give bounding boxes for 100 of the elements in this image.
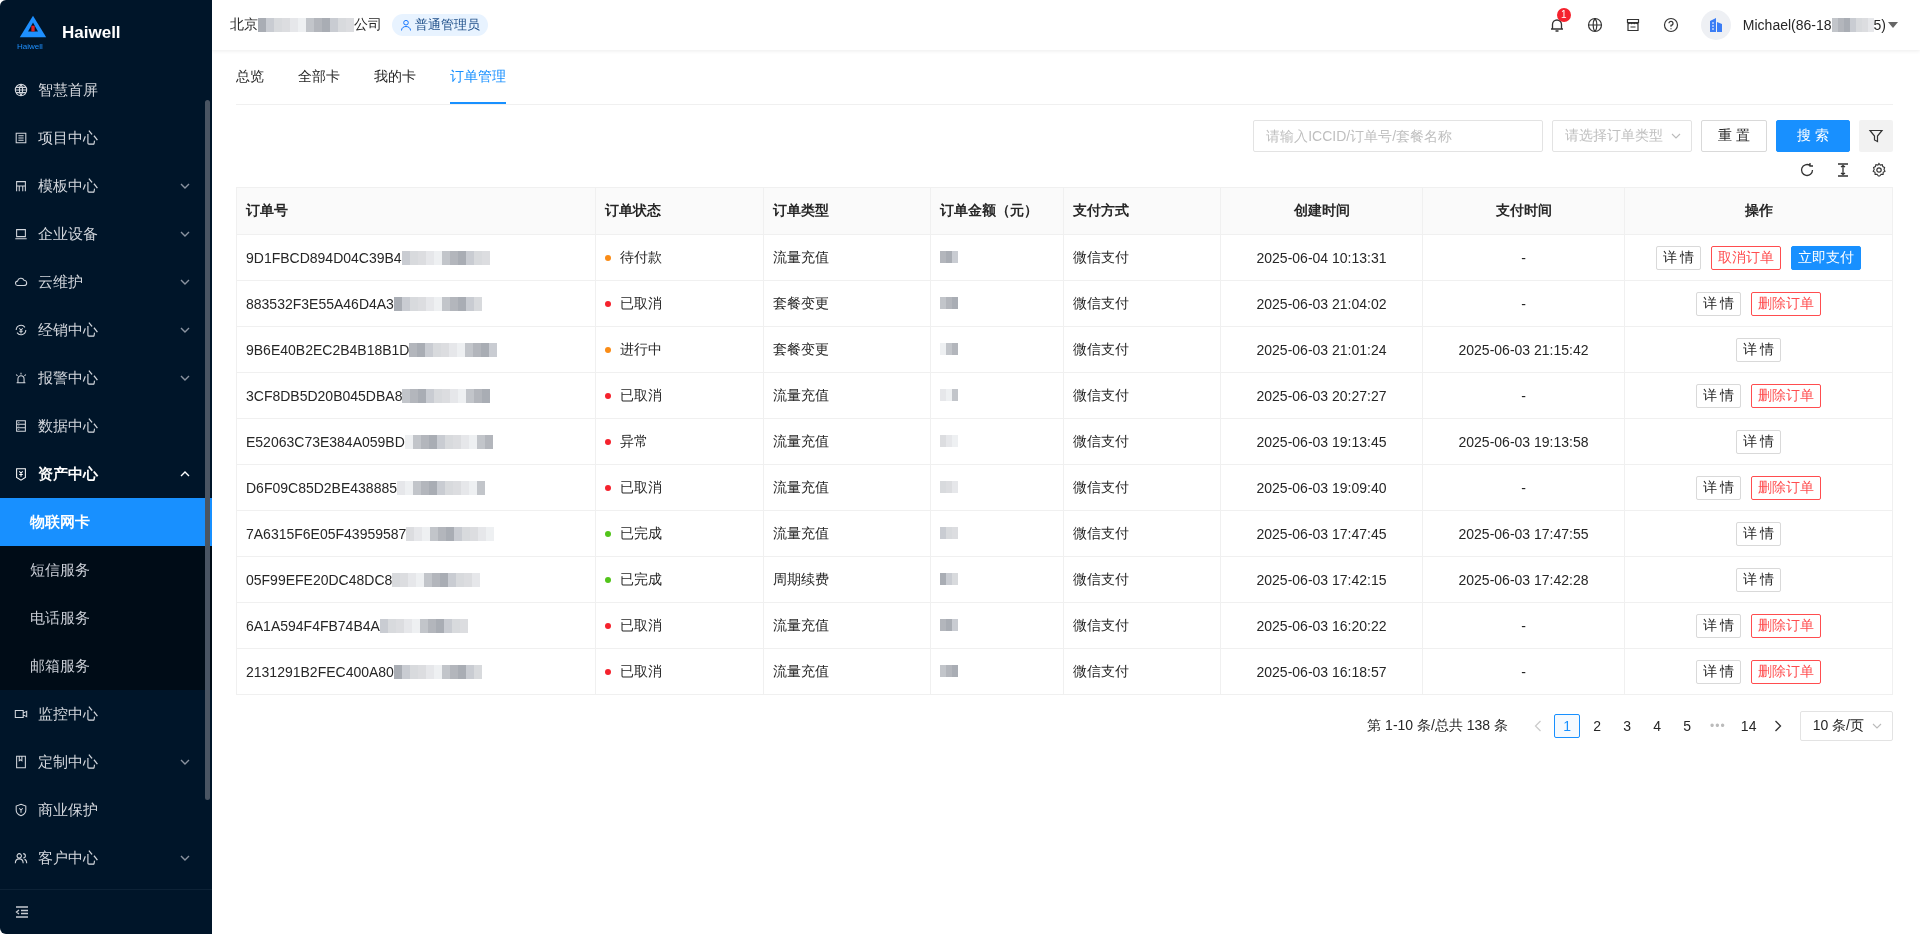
user-name-end[interactable]: 5) — [1873, 17, 1886, 33]
sidebar-menu-item[interactable]: 资产中心 — [0, 450, 212, 498]
filter-button[interactable] — [1859, 120, 1893, 152]
cycle-icon — [14, 323, 28, 337]
sidebar-menu-item[interactable]: 监控中心 — [0, 690, 212, 738]
created-time: 2025-06-03 19:13:45 — [1256, 433, 1387, 450]
page-number[interactable]: 4 — [1644, 714, 1671, 738]
payment-method: 微信支付 — [1073, 248, 1129, 267]
page-number[interactable]: 14 — [1735, 714, 1762, 738]
order-number: 2131291B2FEC400A80 — [246, 663, 394, 680]
paid-time: 2025-06-03 17:42:28 — [1458, 571, 1589, 588]
order-type: 套餐变更 — [773, 340, 829, 359]
laptop-icon — [14, 227, 28, 241]
created-time: 2025-06-03 17:47:45 — [1256, 525, 1387, 542]
sidebar-submenu-item[interactable]: 邮箱服务 — [0, 642, 212, 690]
refresh-icon[interactable] — [1799, 162, 1815, 178]
detail-button[interactable]: 详 情 — [1695, 613, 1742, 638]
chevron-down-icon — [180, 375, 190, 381]
row-height-icon[interactable] — [1835, 162, 1851, 178]
user-name-start[interactable]: Michael(86-18 — [1742, 17, 1832, 33]
page-number[interactable]: 2 — [1584, 714, 1611, 738]
column-header: 订单状态 — [595, 188, 763, 234]
sidebar-submenu-item[interactable]: 短信服务 — [0, 546, 212, 594]
chevron-down-icon — [180, 855, 190, 861]
help-icon[interactable] — [1662, 17, 1679, 33]
column-header: 创建时间 — [1220, 188, 1422, 234]
pagination-summary: 第 1-10 条/总共 138 条 — [1367, 717, 1509, 735]
order-number: 9B6E40B2EC2B4B18B1D — [246, 341, 410, 358]
sidebar-menu-item[interactable]: 商业保护 — [0, 786, 212, 834]
payment-method: 微信支付 — [1073, 616, 1129, 635]
sidebar-menu-item[interactable]: 模板中心 — [0, 162, 212, 210]
order-number: 883532F3E55A46D4A3 — [246, 295, 394, 312]
caret-down-icon[interactable] — [1888, 22, 1898, 28]
sidebar-submenu-item[interactable]: 电话服务 — [0, 594, 212, 642]
settings-icon[interactable] — [1871, 162, 1887, 178]
alarm-icon — [14, 371, 28, 385]
reset-button[interactable]: 重 置 — [1701, 120, 1768, 152]
detail-button[interactable]: 详 情 — [1695, 383, 1742, 408]
paid-time: 2025-06-03 21:15:42 — [1458, 341, 1589, 358]
store-icon[interactable] — [1624, 17, 1641, 33]
globe-icon[interactable] — [1586, 17, 1603, 33]
paid-time: - — [1521, 249, 1526, 266]
blurred-block — [1831, 18, 1874, 32]
page-size-select[interactable]: 10 条/页 — [1799, 711, 1893, 741]
detail-button[interactable]: 详 情 — [1735, 567, 1782, 592]
collapse-menu-icon[interactable] — [14, 904, 30, 920]
page-number[interactable]: 5 — [1674, 714, 1701, 738]
detail-button[interactable]: 详 情 — [1735, 429, 1782, 454]
payment-method: 微信支付 — [1073, 386, 1129, 405]
detail-button[interactable]: 详 情 — [1735, 521, 1782, 546]
created-time: 2025-06-03 17:42:15 — [1256, 571, 1387, 588]
detail-button[interactable]: 详 情 — [1695, 475, 1742, 500]
tab[interactable]: 全部卡 — [298, 50, 340, 104]
order-type: 流量充值 — [773, 478, 829, 497]
sidebar-menu-item[interactable]: 经销中心 — [0, 306, 212, 354]
detail-button[interactable]: 详 情 — [1655, 245, 1702, 270]
created-time: 2025-06-04 10:13:31 — [1256, 249, 1387, 266]
scrollbar[interactable] — [205, 100, 210, 800]
sidebar-menu-item[interactable]: 客户中心 — [0, 834, 212, 882]
sidebar-menu-item[interactable]: 项目中心 — [0, 114, 212, 162]
sidebar-menu-item[interactable]: 云维护 — [0, 258, 212, 306]
chevron-down-icon — [180, 759, 190, 765]
shield-icon — [14, 467, 28, 481]
sidebar-menu-item[interactable]: 数据中心 — [0, 402, 212, 450]
cloud-icon — [14, 275, 28, 289]
logo-caption: Haiwell — [17, 42, 43, 51]
shield-icon — [14, 803, 28, 817]
payment-method: 微信支付 — [1073, 570, 1129, 589]
order-type: 周期续费 — [773, 570, 829, 589]
tab[interactable]: 我的卡 — [374, 50, 416, 104]
blurred-block — [940, 480, 958, 495]
order-number: 05F99EFE20DC48DC8 — [246, 571, 393, 588]
sidebar-menu-item[interactable]: 企业设备 — [0, 210, 212, 258]
status-text: 已完成 — [620, 524, 662, 543]
document-icon — [14, 131, 28, 145]
detail-button[interactable]: 详 情 — [1695, 291, 1742, 316]
tab[interactable]: 总览 — [236, 50, 264, 104]
avatar[interactable] — [1700, 10, 1731, 40]
sidebar-menu-item[interactable]: 智慧首屏 — [0, 66, 212, 114]
chevron-down-icon — [1671, 133, 1682, 139]
sidebar-menu-item[interactable]: 报警中心 — [0, 354, 212, 402]
order-number: E52063C73E384A059BD — [246, 433, 405, 450]
chevron-down-icon — [180, 183, 190, 189]
paid-time: 2025-06-03 17:47:55 — [1458, 525, 1589, 542]
created-time: 2025-06-03 19:09:40 — [1256, 479, 1387, 496]
order-number: 7A6315F6E05F43959587 — [246, 525, 407, 542]
chevron-down-icon — [180, 231, 190, 237]
status-text: 待付款 — [620, 248, 662, 267]
company-name-end: 公司 — [354, 16, 382, 34]
page-number[interactable]: 3 — [1614, 714, 1641, 738]
sidebar-menu-item[interactable]: 定制中心 — [0, 738, 212, 786]
search-field[interactable]: 请输入ICCID/订单号/套餐名称 — [1253, 120, 1544, 152]
detail-button[interactable]: 详 情 — [1735, 337, 1782, 362]
notification-count-badge: 1 — [1556, 8, 1571, 22]
role-badge: 普通管理员 — [392, 14, 488, 36]
detail-button[interactable]: 详 情 — [1695, 659, 1742, 684]
paid-time: - — [1521, 295, 1526, 312]
camera-icon — [14, 707, 28, 721]
blurred-block — [940, 618, 958, 633]
notification-bell-icon[interactable] — [1548, 17, 1565, 33]
